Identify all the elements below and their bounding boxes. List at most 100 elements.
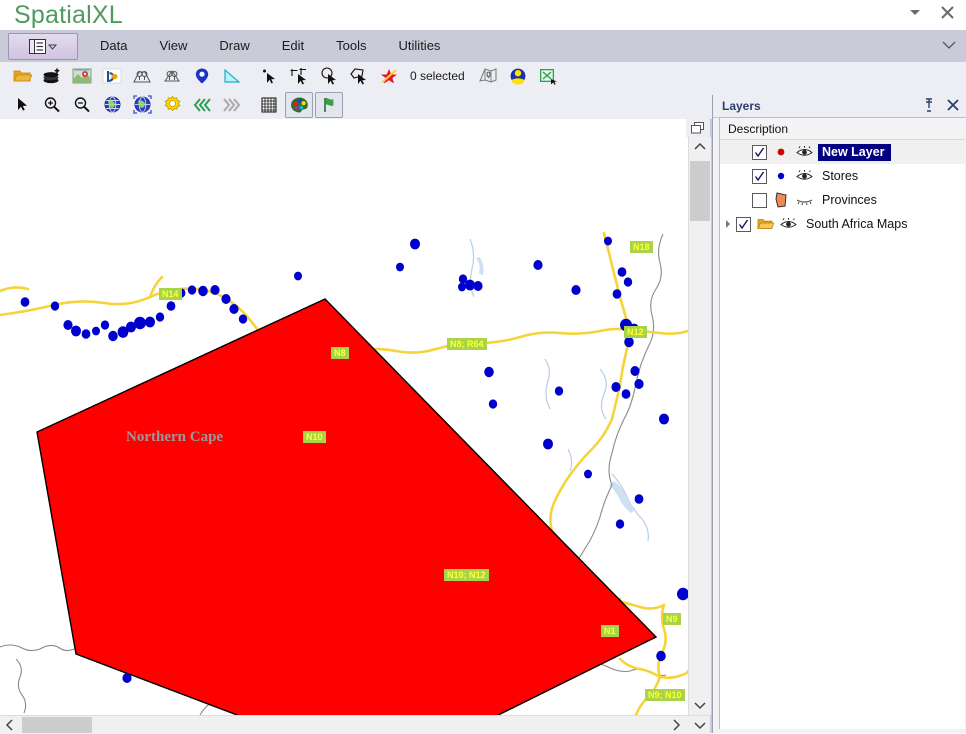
select-region-icon[interactable] — [128, 63, 156, 89]
layer-symbol-polygon-orange-icon — [772, 192, 790, 208]
grid-icon[interactable] — [255, 92, 283, 118]
road-label-n9: N9 — [663, 613, 681, 625]
layer-checkbox-new-layer[interactable] — [752, 145, 767, 160]
menu-item-edit[interactable]: Edit — [266, 30, 320, 62]
layer-name-new-layer: New Layer — [818, 144, 891, 161]
road-label-n9-n10: N9; N10 — [645, 689, 685, 701]
map-restore-window-icon[interactable] — [686, 119, 710, 137]
measure-icon[interactable] — [218, 63, 246, 89]
layers-panel: Layers Description — [712, 95, 966, 733]
layer-name-provinces: Provinces — [818, 192, 883, 209]
layers-panel-header: Layers — [713, 95, 966, 118]
scroll-right-icon[interactable] — [666, 716, 686, 734]
column-header-description: Description — [728, 122, 788, 136]
bing-maps-icon[interactable] — [98, 63, 126, 89]
expand-group-chevron-icon[interactable] — [720, 219, 736, 229]
minimize-dropdown-icon[interactable] — [906, 3, 924, 21]
layer-visibility-eye-closed-icon[interactable] — [794, 194, 814, 206]
pin-icon[interactable] — [923, 98, 935, 115]
grid-map-icon[interactable] — [474, 63, 502, 89]
menu-item-data[interactable]: Data — [84, 30, 143, 62]
horizontal-scroll-thumb[interactable] — [22, 717, 92, 733]
add-layer-icon[interactable] — [38, 63, 66, 89]
layers-panel-title: Layers — [722, 99, 761, 113]
pointer-select-icon[interactable] — [255, 63, 283, 89]
road-label-n8: N8 — [331, 347, 349, 359]
place-marker-icon[interactable] — [188, 63, 216, 89]
settings-gear-icon[interactable] — [158, 92, 186, 118]
menu-item-view[interactable]: View — [143, 30, 203, 62]
layer-row-new-layer[interactable]: New Layer — [720, 140, 965, 164]
map-horizontal-scrollbar[interactable] — [0, 715, 710, 734]
layer-name-stores: Stores — [818, 168, 864, 185]
menu-item-tools[interactable]: Tools — [320, 30, 382, 62]
scroll-left-icon[interactable] — [0, 716, 20, 734]
previous-view-icon[interactable] — [188, 92, 216, 118]
road-label-n14: N14 — [159, 288, 182, 300]
layer-row-provinces[interactable]: Provinces — [720, 188, 965, 212]
app-title: SpatialXL — [14, 1, 123, 30]
rectangle-select-icon[interactable] — [285, 63, 313, 89]
flag-icon[interactable] — [315, 92, 343, 118]
open-folder-icon[interactable] — [8, 63, 36, 89]
scroll-up-icon[interactable] — [689, 137, 711, 157]
palette-icon[interactable] — [285, 92, 313, 118]
scroll-down-icon[interactable] — [689, 695, 711, 715]
road-label-n10-n12: N10; N12 — [444, 569, 489, 581]
menu-item-draw[interactable]: Draw — [203, 30, 265, 62]
layer-group-folder-icon — [756, 217, 774, 231]
next-view-icon[interactable] — [218, 92, 246, 118]
layer-name-south-africa-maps: South Africa Maps — [802, 216, 913, 233]
layer-visibility-eye-icon[interactable] — [794, 170, 814, 182]
layer-checkbox-provinces[interactable] — [752, 193, 767, 208]
selection-count-label: 0 selected — [410, 69, 465, 83]
menu-items: Data View Draw Edit Tools Utilities — [84, 30, 456, 62]
road-label-n18: N18 — [630, 241, 653, 253]
arrow-pointer-icon[interactable] — [8, 92, 36, 118]
map-panel: y x z Northern Cape N18 N14 N12 N8 N8; R… — [0, 119, 710, 733]
layer-row-south-africa-maps[interactable]: South Africa Maps — [720, 212, 965, 236]
road-label-n10: N10 — [303, 431, 326, 443]
menu-item-utilities[interactable]: Utilities — [383, 30, 457, 62]
globe-icon[interactable] — [98, 92, 126, 118]
application-window: SpatialXL — [0, 0, 966, 733]
zoom-in-icon[interactable] — [38, 92, 66, 118]
globe-zoom-icon[interactable] — [128, 92, 156, 118]
window-controls — [906, 3, 956, 21]
circle-select-icon[interactable] — [315, 63, 343, 89]
layer-row-stores[interactable]: Stores — [720, 164, 965, 188]
map-canvas[interactable]: y x z Northern Cape N18 N14 N12 N8 N8; R… — [0, 119, 688, 715]
excel-export-icon[interactable] — [534, 63, 562, 89]
road-label-n8-r64: N8; R64 — [447, 338, 487, 350]
close-panel-icon[interactable] — [947, 99, 959, 114]
road-label-n12: N12 — [624, 326, 647, 338]
layer-symbol-point-blue-icon — [772, 171, 790, 181]
menu-bar: Data View Draw Edit Tools Utilities — [0, 30, 966, 63]
layer-visibility-eye-icon[interactable] — [794, 146, 814, 158]
select-region-alt-icon[interactable] — [158, 63, 186, 89]
layers-tree: New Layer — [720, 140, 965, 236]
layer-checkbox-stores[interactable] — [752, 169, 767, 184]
menu-overflow-chevron-icon[interactable] — [942, 39, 956, 53]
title-bar: SpatialXL — [0, 0, 966, 30]
close-icon[interactable] — [938, 3, 956, 21]
layer-visibility-eye-icon[interactable] — [778, 218, 798, 230]
layer-checkbox-south-africa-maps[interactable] — [736, 217, 751, 232]
chevron-down-icon — [48, 40, 57, 54]
layer-symbol-point-red-icon — [772, 147, 790, 157]
globe-person-icon[interactable] — [504, 63, 532, 89]
primary-toolbar: 0 selected — [0, 62, 966, 91]
polygon-select-icon[interactable] — [345, 63, 373, 89]
road-label-n1: N1 — [601, 625, 619, 637]
clear-selection-icon[interactable] — [375, 63, 403, 89]
province-label: Northern Cape — [126, 429, 223, 446]
map-image-icon[interactable] — [68, 63, 96, 89]
layers-tree-container: Description — [719, 117, 965, 729]
vertical-scroll-thumb[interactable] — [690, 161, 710, 221]
application-menu-button[interactable] — [8, 33, 78, 60]
panel-list-icon — [29, 39, 46, 54]
layers-column-header: Description — [720, 118, 965, 140]
map-vertical-scrollbar[interactable] — [688, 137, 711, 715]
scroll-down-corner-icon[interactable] — [690, 716, 710, 734]
zoom-out-icon[interactable] — [68, 92, 96, 118]
